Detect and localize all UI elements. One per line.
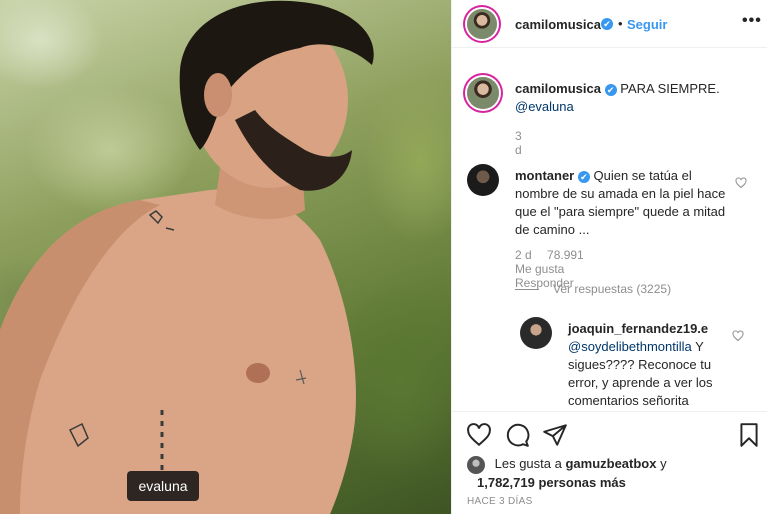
view-replies-button[interactable]: Ver respuestas (3225)	[515, 282, 671, 296]
more-icon[interactable]: •••	[742, 12, 762, 30]
comment-like-heart-icon[interactable]	[735, 177, 747, 189]
caption-username[interactable]: camilomusica	[515, 81, 601, 96]
user-tag[interactable]: evaluna	[127, 471, 199, 501]
caption-text: PARA SIEMPRE.	[620, 81, 720, 96]
reply-like-heart-icon[interactable]	[732, 330, 744, 342]
post-header: camilomusica ✔ • Seguir •••	[452, 0, 767, 48]
verified-icon: ✔	[601, 18, 613, 30]
caption-text-block: camilomusica ✔ PARA SIEMPRE. @evaluna	[515, 80, 765, 116]
liker-avatar[interactable]	[467, 455, 485, 474]
view-replies-label[interactable]: Ver respuestas (3225)	[553, 282, 671, 296]
caption-avatar[interactable]	[467, 77, 499, 109]
verified-icon: ✔	[604, 83, 617, 96]
follow-button[interactable]: Seguir	[627, 17, 667, 32]
comments-section[interactable]: camilomusica ✔ PARA SIEMPRE. @evaluna 3 …	[452, 49, 767, 411]
comment-icon[interactable]	[504, 422, 530, 448]
post-sidebar: camilomusica ✔ • Seguir ••• camilomusica…	[451, 0, 767, 514]
post-photo[interactable]: evaluna	[0, 0, 451, 514]
photo-illustration	[0, 0, 374, 514]
commenter-username[interactable]: montaner	[515, 168, 574, 183]
commenter-avatar[interactable]	[467, 164, 499, 196]
reply-avatar[interactable]	[520, 317, 552, 349]
action-bar	[452, 411, 767, 455]
caption-age: 3 d	[515, 129, 522, 157]
bookmark-icon[interactable]	[736, 422, 762, 448]
reply-username[interactable]: joaquin_fernandez19.e	[568, 321, 708, 336]
likes-summary: Les gusta a gamuzbeatbox y 1,782,719 per…	[467, 455, 757, 492]
comment-text-block: montaner ✔ Quien se tatúa el nombre de s…	[515, 167, 735, 239]
reply-text-block: joaquin_fernandez19.e @soydelibethmontil…	[568, 320, 728, 410]
likes-prefix: Les gusta a	[494, 456, 562, 471]
author-username[interactable]: camilomusica	[515, 17, 601, 32]
author-avatar[interactable]	[467, 9, 497, 39]
replies-divider	[515, 289, 539, 291]
post-timestamp[interactable]: HACE 3 DÍAS	[467, 496, 533, 507]
comment-age: 2 d	[515, 248, 532, 262]
likes-joiner: y	[660, 456, 667, 471]
liker-username[interactable]: gamuzbeatbox	[565, 456, 656, 471]
separator-dot: •	[618, 16, 623, 31]
verified-icon: ✔	[577, 170, 590, 183]
reply-mention[interactable]: @soydelibethmontilla	[568, 339, 692, 354]
share-icon[interactable]	[542, 422, 568, 448]
likes-count[interactable]: 1,782,719 personas más	[467, 475, 626, 490]
heart-icon[interactable]	[466, 422, 492, 448]
caption-mention[interactable]: @evaluna	[515, 99, 574, 114]
